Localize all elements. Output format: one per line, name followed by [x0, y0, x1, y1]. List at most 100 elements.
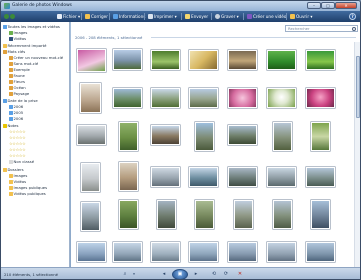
- photo-thumbnail[interactable]: [113, 49, 142, 70]
- photo-thumbnail[interactable]: [189, 242, 218, 262]
- nav-rating-5[interactable]: ☆☆☆☆☆: [9, 129, 26, 134]
- menu-burn[interactable]: Graver ▾: [215, 13, 239, 20]
- photo-thumbnail[interactable]: [151, 167, 180, 187]
- menu-open[interactable]: Ouvrir ▾: [290, 13, 312, 20]
- close-button[interactable]: ✕: [335, 2, 357, 9]
- slideshow-button[interactable]: ▣: [172, 269, 188, 279]
- photo-thumbnail[interactable]: [228, 167, 257, 187]
- rotate-left-button[interactable]: ⟲: [209, 270, 219, 279]
- photo-thumbnail[interactable]: [267, 242, 296, 262]
- photo-thumbnail[interactable]: [151, 242, 180, 262]
- nav-folder-videos[interactable]: Vidéos: [9, 179, 26, 184]
- photo-thumbnail[interactable]: [151, 88, 180, 108]
- delete-button[interactable]: ✕: [235, 270, 245, 279]
- photo-thumbnail[interactable]: [228, 88, 257, 108]
- photo-thumbnail[interactable]: [189, 167, 218, 187]
- nav-tag-sample[interactable]: Exemple: [9, 67, 30, 72]
- photo-thumbnail[interactable]: [267, 88, 296, 108]
- photo-thumbnail[interactable]: [81, 163, 100, 192]
- photo-thumbnail[interactable]: [228, 50, 257, 70]
- menu-file[interactable]: Fichier ▾: [57, 13, 80, 20]
- photo-thumbnail[interactable]: [77, 242, 106, 262]
- photo-thumbnail[interactable]: [189, 50, 218, 70]
- back-forward-buttons[interactable]: [4, 13, 16, 20]
- photo-thumbnail[interactable]: [228, 242, 257, 262]
- nav-videos[interactable]: Vidéos: [9, 36, 26, 41]
- nav-rating-4[interactable]: ☆☆☆☆☆: [9, 135, 26, 140]
- menu-fix[interactable]: Corriger: [85, 13, 108, 20]
- nav-not-tagged[interactable]: Sans mot-clé: [9, 61, 38, 66]
- nav-tag-wildlife[interactable]: Faune: [9, 73, 25, 78]
- nav-folder-public-pictures[interactable]: Images publiques: [9, 185, 47, 190]
- nav-year[interactable]: 2006: [9, 116, 23, 121]
- photo-thumbnail[interactable]: [306, 167, 335, 187]
- calendar-icon: [9, 105, 13, 109]
- nav-tag-ocean[interactable]: Océan: [9, 85, 26, 90]
- nav-rating-3[interactable]: ☆☆☆☆☆: [9, 141, 26, 146]
- photo-thumbnail[interactable]: [311, 200, 330, 229]
- group-header: 2006 - 208 éléments, 1 sélectionné: [75, 35, 143, 40]
- nav-date-taken[interactable]: Date de la prise: [3, 98, 38, 103]
- photo-thumbnail[interactable]: [306, 88, 335, 108]
- photo-thumbnail[interactable]: [195, 200, 214, 229]
- photo-thumbnail[interactable]: [306, 242, 335, 262]
- photo-thumbnail[interactable]: [113, 242, 142, 262]
- nav-year[interactable]: 2006: [9, 104, 23, 109]
- search-icon[interactable]: [352, 26, 356, 31]
- photo-thumbnail[interactable]: [81, 202, 100, 231]
- photo-thumbnail[interactable]: [306, 50, 335, 70]
- nav-ratings[interactable]: Notes: [3, 123, 18, 128]
- nav-folders[interactable]: Dossiers: [3, 167, 24, 172]
- previous-button[interactable]: ◂: [158, 270, 170, 279]
- nav-tag-landscape[interactable]: Paysage: [9, 91, 29, 96]
- photo-thumbnail[interactable]: [228, 125, 257, 145]
- photo-thumbnail[interactable]: [119, 122, 138, 151]
- minimize-button[interactable]: –: [307, 2, 321, 9]
- zoom-dropdown[interactable]: ▾: [131, 270, 137, 279]
- nav-pictures[interactable]: Images: [9, 30, 27, 35]
- nav-create-tag[interactable]: Créer un nouveau mot-clé: [9, 55, 63, 60]
- photo-thumbnail[interactable]: [234, 200, 253, 229]
- photo-thumbnail[interactable]: [273, 200, 292, 229]
- photo-thumbnail[interactable]: [311, 122, 330, 151]
- photo-thumbnail[interactable]: [157, 200, 176, 229]
- nav-tag-flowers[interactable]: Fleurs: [9, 79, 25, 84]
- photo-thumbnail[interactable]: [273, 122, 292, 151]
- photo-thumbnail[interactable]: [119, 200, 138, 229]
- photo-thumbnail[interactable]: [189, 88, 218, 108]
- navigation-pane: Toutes les images et vidéos Images Vidéo…: [1, 22, 70, 267]
- search-input[interactable]: Rechercher: [285, 25, 358, 32]
- photo-thumbnail[interactable]: [113, 88, 142, 108]
- nav-folder-pictures[interactable]: Images: [9, 173, 27, 178]
- nav-folder-public-videos[interactable]: Vidéos publiques: [9, 191, 46, 196]
- nav-label: Vidéos publiques: [13, 191, 46, 196]
- rotate-right-button[interactable]: ⟳: [221, 270, 231, 279]
- photo-thumbnail[interactable]: [119, 162, 138, 191]
- vertical-scrollbar[interactable]: [354, 42, 360, 267]
- nav-tags[interactable]: Mots clés: [3, 49, 25, 54]
- nav-year[interactable]: 2005: [9, 110, 23, 115]
- star-rating-icon: ☆☆☆☆☆: [9, 129, 26, 134]
- menu-make-movie[interactable]: Créer une vidéo: [247, 13, 286, 20]
- scrollbar-thumb[interactable]: [356, 56, 360, 118]
- photo-thumbnail[interactable]: [77, 49, 106, 72]
- photo-thumbnail[interactable]: [77, 125, 106, 145]
- help-button[interactable]: ?: [349, 13, 356, 20]
- nav-rating-1[interactable]: ☆☆☆☆☆: [9, 153, 26, 158]
- nav-recently-imported[interactable]: Récemment importé: [3, 43, 46, 48]
- zoom-button[interactable]: ⌕: [119, 270, 131, 279]
- photo-thumbnail[interactable]: [267, 167, 296, 187]
- menu-info[interactable]: Informations: [113, 13, 145, 20]
- menu-email[interactable]: Envoyer: [185, 13, 208, 20]
- nav-rating-2[interactable]: ☆☆☆☆☆: [9, 147, 26, 152]
- photo-thumbnail[interactable]: [151, 125, 180, 145]
- photo-thumbnail[interactable]: [151, 50, 180, 70]
- photo-thumbnail[interactable]: [267, 50, 296, 70]
- menu-print[interactable]: Imprimer ▾: [148, 13, 177, 20]
- photo-thumbnail[interactable]: [195, 122, 214, 151]
- nav-all-pictures[interactable]: Toutes les images et vidéos: [3, 24, 60, 29]
- nav-not-rated[interactable]: Non classé: [9, 159, 34, 164]
- next-button[interactable]: ▸: [190, 270, 202, 279]
- photo-thumbnail[interactable]: [80, 83, 101, 113]
- maximize-button[interactable]: □: [321, 2, 335, 9]
